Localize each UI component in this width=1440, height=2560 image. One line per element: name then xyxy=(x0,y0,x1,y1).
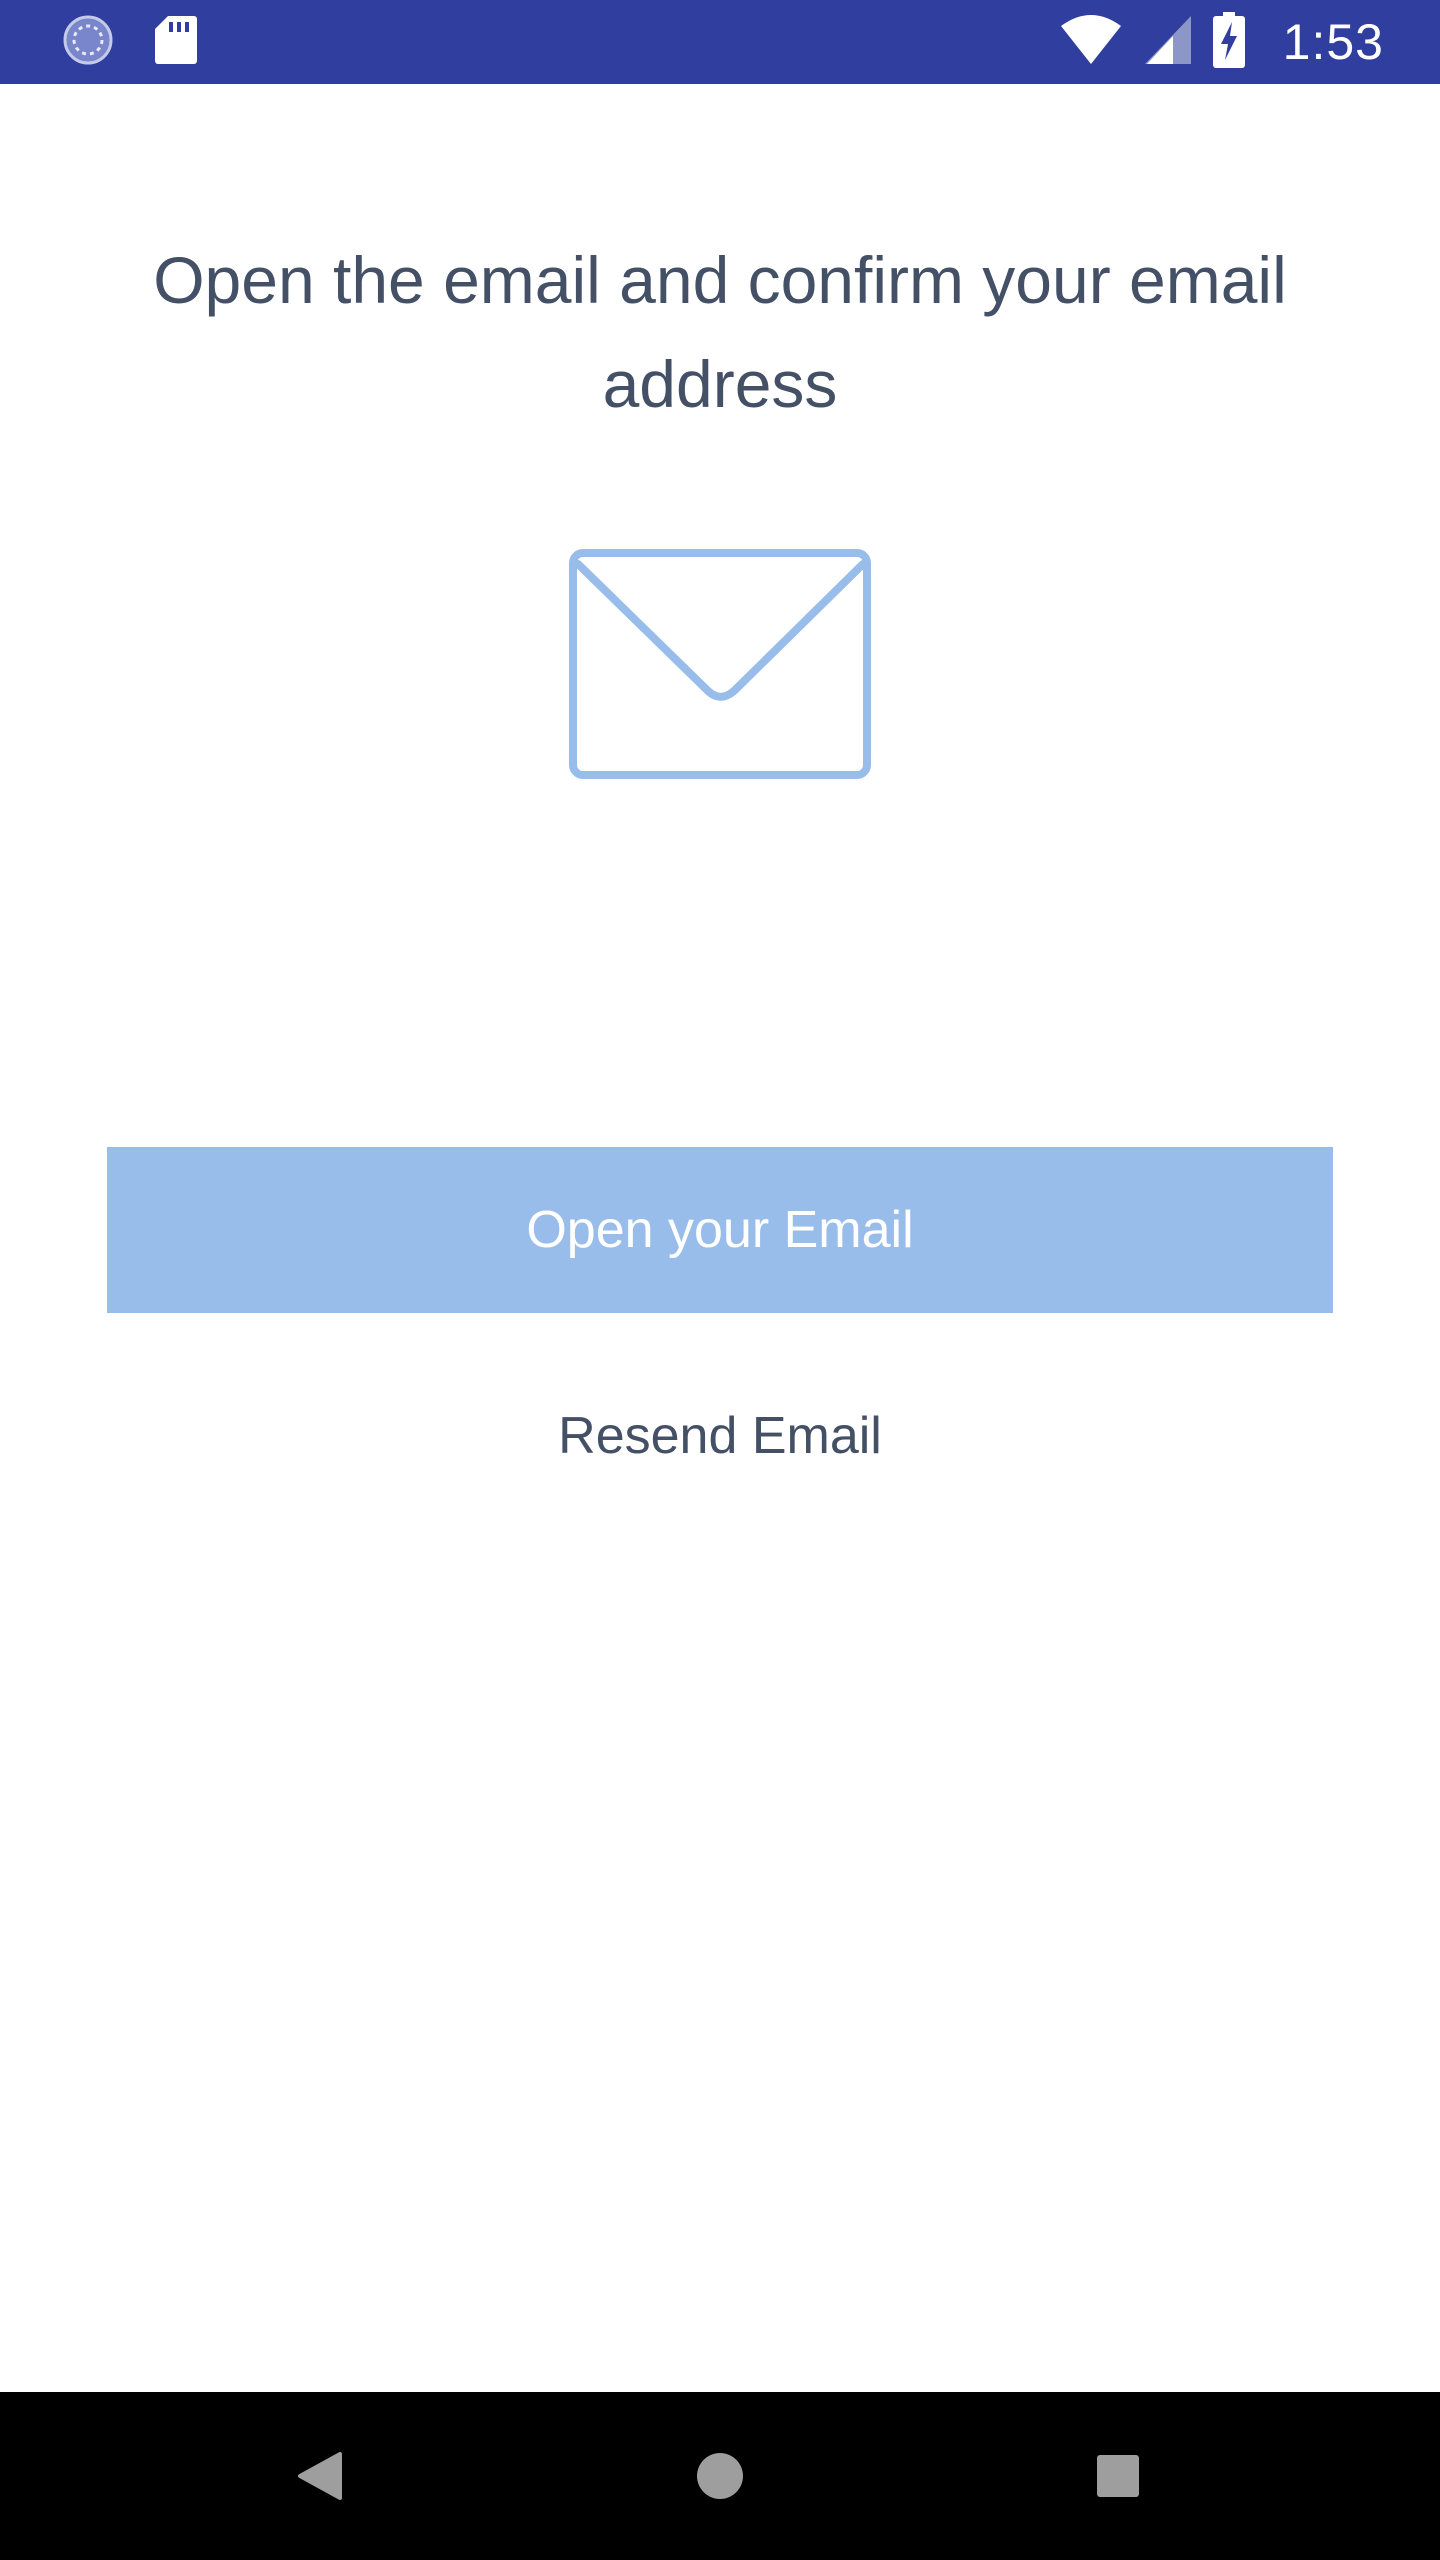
recents-icon xyxy=(1097,2455,1139,2497)
status-bar: 1:53 xyxy=(0,0,1440,84)
page-title: Open the email and confirm your email ad… xyxy=(153,243,1287,421)
navigation-bar xyxy=(0,2392,1440,2560)
recents-button[interactable] xyxy=(1068,2426,1168,2526)
email-confirmation-screen: 1:53 Open the email and confirm your ema… xyxy=(0,0,1440,2560)
home-icon xyxy=(697,2453,743,2499)
battery-charging-icon xyxy=(1212,11,1245,73)
cell-signal-icon xyxy=(1143,14,1193,71)
home-button[interactable] xyxy=(670,2426,770,2526)
open-email-button-label: Open your Email xyxy=(526,1201,914,1259)
sync-icon xyxy=(62,14,114,71)
envelope-icon xyxy=(568,548,872,780)
back-icon xyxy=(298,2452,342,2500)
back-button[interactable] xyxy=(270,2426,370,2526)
sd-card-icon xyxy=(154,14,198,71)
status-time: 1:53 xyxy=(1282,14,1384,70)
wifi-icon xyxy=(1059,14,1123,71)
resend-email-label: Resend Email xyxy=(558,1407,882,1465)
resend-email-button[interactable]: Resend Email xyxy=(420,1392,1020,1480)
status-bar-right: 1:53 xyxy=(1059,10,1384,74)
open-email-button[interactable]: Open your Email xyxy=(107,1147,1333,1313)
status-bar-left xyxy=(62,14,198,70)
